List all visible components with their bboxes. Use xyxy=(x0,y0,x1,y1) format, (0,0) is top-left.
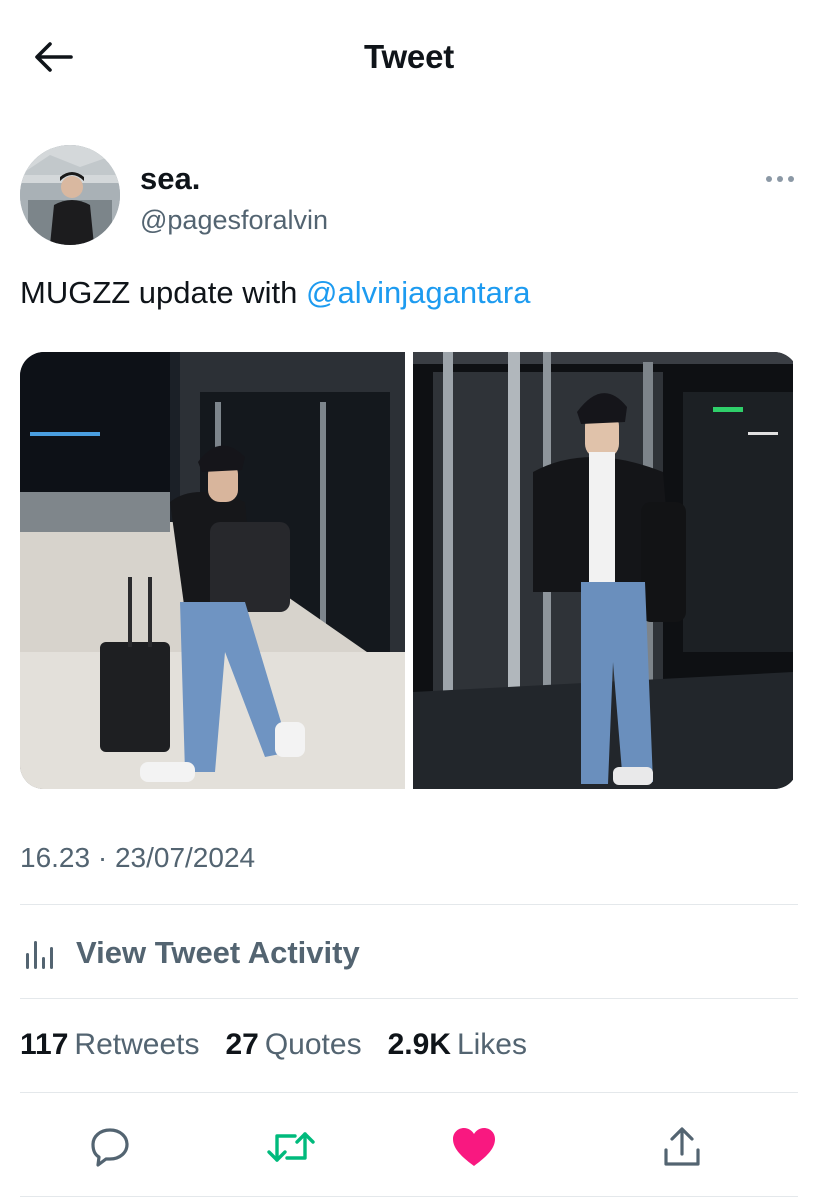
likes-count: 2.9K xyxy=(387,1028,451,1061)
reply-button[interactable] xyxy=(82,1122,138,1172)
activity-label: View Tweet Activity xyxy=(76,935,360,970)
avatar-image xyxy=(20,145,120,245)
tweet-stats: 117 Retweets 27 Quotes 2.9K Likes xyxy=(20,1028,527,1062)
like-button[interactable] xyxy=(446,1122,502,1172)
view-tweet-activity-button[interactable]: View Tweet Activity xyxy=(20,928,360,978)
photo-1-image xyxy=(20,352,405,789)
tweet-text: MUGZZ update with @alvinjagantara xyxy=(20,275,530,311)
tweet-author: sea. @pagesforalvin xyxy=(20,145,798,245)
quotes-count: 27 xyxy=(225,1028,259,1061)
likes-label: Likes xyxy=(456,1028,527,1061)
retweet-icon xyxy=(267,1132,315,1162)
photo-2[interactable] xyxy=(413,352,798,789)
tweet-media xyxy=(20,352,798,789)
share-icon xyxy=(664,1127,700,1166)
photo-2-image xyxy=(413,352,793,789)
display-name[interactable]: sea. xyxy=(140,161,200,197)
tweet-body: MUGZZ update with xyxy=(20,275,306,310)
avatar[interactable] xyxy=(20,145,120,245)
retweets-count: 117 xyxy=(20,1028,69,1061)
retweets-count-link[interactable]: 117 Retweets xyxy=(20,1028,199,1062)
likes-count-link[interactable]: 2.9K Likes xyxy=(388,1028,527,1062)
user-handle[interactable]: @pagesforalvin xyxy=(140,205,328,236)
activity-icon xyxy=(26,941,53,969)
mention-link[interactable]: @alvinjagantara xyxy=(306,275,531,310)
divider xyxy=(20,1196,798,1197)
top-bar: Tweet xyxy=(0,0,818,112)
share-button[interactable] xyxy=(654,1122,710,1172)
reply-icon xyxy=(91,1128,129,1167)
tweet-timestamp[interactable]: 16.23 · 23/07/2024 xyxy=(20,842,255,874)
divider xyxy=(20,998,798,999)
more-options-button[interactable] xyxy=(762,171,798,187)
divider xyxy=(20,904,798,905)
more-icon xyxy=(766,176,794,182)
photo-1[interactable] xyxy=(20,352,405,789)
quotes-label: Quotes xyxy=(264,1028,362,1061)
retweet-button[interactable] xyxy=(263,1122,319,1172)
quotes-count-link[interactable]: 27 Quotes xyxy=(225,1028,361,1062)
divider xyxy=(20,1092,798,1093)
like-icon xyxy=(453,1128,495,1166)
page-title: Tweet xyxy=(363,38,455,75)
tweet-actions xyxy=(0,1112,818,1182)
retweets-label: Retweets xyxy=(74,1028,200,1061)
